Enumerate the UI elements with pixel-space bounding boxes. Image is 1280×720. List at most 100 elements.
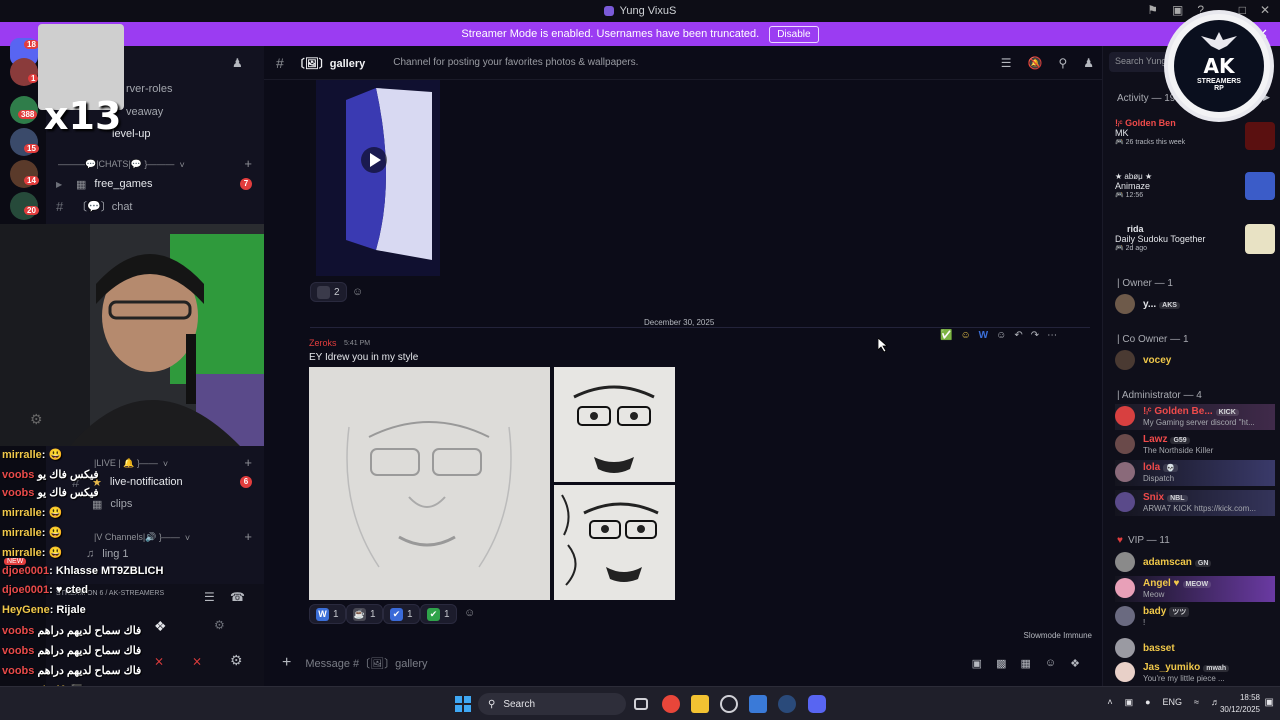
reaction-chip[interactable]: ✔ 1 (383, 604, 420, 624)
reaction-chip[interactable]: ✔ 1 (420, 604, 457, 624)
member-row[interactable]: basset (1115, 636, 1275, 662)
reaction-emoji: W (316, 607, 329, 621)
member-row[interactable]: Jas_yumiko mwah You're my little piece ..… (1115, 660, 1275, 686)
language-indicator[interactable]: ENG (1163, 697, 1183, 708)
avatar (1115, 462, 1135, 482)
image-attachment[interactable] (554, 485, 675, 600)
reaction-chip[interactable]: W 1 (309, 604, 346, 624)
windows-start-icon[interactable] (455, 696, 471, 712)
avatar (1115, 552, 1135, 572)
taskbar-search[interactable]: ⚲ Search (478, 693, 626, 715)
chat-line: djoe0001: ♥ cted (2, 584, 89, 596)
app-icon (603, 6, 614, 16)
server-badge: 14 (24, 176, 39, 185)
server-badge: 20 (24, 206, 39, 215)
message-composer: + Message #〔🖼〕gallery ▣ ▩ ▦ ☺ ❖ (268, 650, 1096, 676)
member-row[interactable]: Snix NBL ARWA7 KICK https://kick.com... (1115, 490, 1275, 516)
avatar (1115, 434, 1135, 454)
network-icon[interactable]: ▣ (1125, 697, 1134, 708)
image-attachment[interactable] (554, 367, 675, 482)
add-friend-icon[interactable]: ♟ (232, 56, 243, 70)
webcam-overlay: ⚙ (0, 224, 303, 446)
create-channel-icon[interactable]: + (244, 156, 252, 171)
heart-icon: ♥ (1117, 535, 1123, 546)
activity-card[interactable]: rida Daily Sudoku Together 🎮 2d ago (1115, 224, 1275, 254)
notifications-muted-icon[interactable]: 🔕 (1027, 56, 1042, 70)
new-badge: NEW (4, 558, 27, 565)
message-input[interactable]: Message #〔🖼〕gallery (305, 655, 957, 671)
message-author[interactable]: Zeroks (309, 338, 337, 348)
stream-chat-overlay: mirralle: 😃 voobs فيكس فاك يو voobs فيكس… (0, 446, 264, 709)
chevron-down-icon: ˅ (179, 159, 185, 170)
chevron-up-icon[interactable]: ˄ (1107, 697, 1112, 708)
more-icon[interactable]: ⋯ (1047, 330, 1057, 341)
chrome-icon[interactable] (662, 695, 680, 713)
activity-card[interactable]: !ᵢᶜ Golden Ben MK 🎮 26 tracks this week (1115, 118, 1275, 150)
disable-button[interactable]: Disable (769, 25, 819, 43)
banner-text: Streamer Mode is enabled. Usernames have… (461, 28, 760, 40)
chat-line: voobs فيكس فاك يو (2, 487, 99, 499)
chat-line: HeyGene: Rijale (2, 604, 86, 616)
pin-icon[interactable]: ⚲ (1058, 56, 1067, 70)
x13-text: x13 (44, 94, 122, 138)
app-icon[interactable] (720, 695, 738, 713)
attach-plus-icon[interactable]: + (282, 654, 291, 672)
apps-icon[interactable]: ❖ (1070, 657, 1080, 670)
steam-icon[interactable] (778, 695, 796, 713)
channel-header: # 〔🖼〕gallery Channel for posting your fa… (264, 46, 1102, 80)
category-chats[interactable]: ———💬|CHATS|💬 }——— ˅ (58, 159, 185, 170)
member-row[interactable]: Angel ♥ MEOW Meow (1115, 576, 1275, 602)
channel-free-games[interactable]: ▶ ▦ free_games (56, 174, 256, 194)
member-row[interactable]: adamscan GN (1115, 550, 1275, 576)
file-explorer-icon[interactable] (691, 695, 709, 713)
window-icon[interactable]: ▣ (1172, 3, 1183, 17)
video-attachment[interactable] (316, 80, 440, 276)
members-icon[interactable]: ♟ (1083, 56, 1094, 70)
emoji-icon[interactable]: ☺ (1045, 657, 1056, 670)
reaction-laugh-icon[interactable]: ☺ (960, 330, 970, 341)
member-list: Search Yung Activity — 19 ▶ !ᵢᶜ Golden B… (1102, 46, 1280, 686)
volume-icon[interactable]: ♬ (1211, 697, 1220, 708)
member-row[interactable]: y... AKS (1115, 292, 1275, 318)
gif-icon[interactable]: ▩ (996, 657, 1006, 670)
app-icon[interactable] (749, 695, 767, 713)
sticker-icon[interactable]: ▦ (1020, 657, 1030, 670)
reaction-chip[interactable]: 2 (310, 282, 347, 302)
avatar (1115, 662, 1135, 682)
channel-chat[interactable]: # 〔💬〕chat (56, 196, 256, 216)
svg-text:⚙: ⚙ (30, 411, 43, 427)
reaction-check-icon[interactable]: ✅ (940, 330, 952, 341)
threads-icon[interactable]: ☰ (1001, 56, 1012, 70)
task-view-icon[interactable] (634, 698, 648, 710)
activity-header: Activity — 19 (1117, 93, 1176, 104)
chat-line: mirralle: 😃 (2, 527, 63, 539)
close-window-button[interactable]: ✕ (1260, 3, 1270, 17)
member-row[interactable]: vocey (1115, 348, 1275, 374)
notifications-icon[interactable]: ▣ (1265, 697, 1274, 708)
add-reaction-icon[interactable]: ☺ (464, 607, 475, 619)
message-toolbar: ✅ ☺ W ☺ ↶ ↷ ⋯ (940, 326, 1086, 344)
member-row[interactable]: bady ツツ ! (1115, 604, 1275, 630)
server-badge: 15 (24, 144, 39, 153)
mic-icon[interactable]: ● (1145, 697, 1150, 708)
gift-icon[interactable]: ▣ (972, 657, 982, 670)
member-row[interactable]: Lawz G59 The Northside Killer (1115, 432, 1275, 458)
wifi-icon[interactable]: ≈ (1194, 697, 1199, 708)
add-reaction-icon[interactable]: ☺ (996, 330, 1006, 341)
message-area: # 〔🖼〕gallery Channel for posting your fa… (264, 46, 1102, 686)
add-reaction-icon[interactable]: ☺ (352, 286, 363, 298)
inbox-icon[interactable]: ⚑ (1147, 3, 1158, 17)
reaction-w-icon[interactable]: W (979, 330, 988, 341)
member-row[interactable]: lola 💀 Dispatch (1115, 460, 1275, 486)
reaction-chip[interactable]: ☕ 1 (346, 604, 383, 624)
reply-icon[interactable]: ↶ (1014, 330, 1022, 341)
image-attachment[interactable] (309, 367, 550, 600)
forward-icon[interactable]: ↷ (1031, 330, 1039, 341)
avatar (1115, 350, 1135, 370)
chat-line: voobs فاك سماح لديهم دراهم (2, 665, 142, 677)
ak-streamers-logo: AK STREAMERS RP (1164, 10, 1274, 122)
taskbar-clock[interactable]: 18:58 30/12/2025 (1220, 692, 1260, 716)
activity-card[interactable]: ★ abøμ ★ Animaze 🎮 12:56 (1115, 172, 1275, 200)
member-row[interactable]: !ᵢᶜ Golden Be... KICK My Gaming server di… (1115, 404, 1275, 430)
discord-icon[interactable] (808, 695, 826, 713)
